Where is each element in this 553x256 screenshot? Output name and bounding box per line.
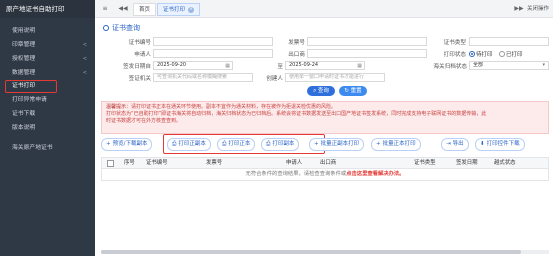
close-ops-button[interactable]: 关闭操作 xyxy=(527,0,549,18)
sidebar-item-data[interactable]: 数据管理 < xyxy=(0,66,95,80)
sidebar-item-print-exception[interactable]: 打印异常申请 xyxy=(0,93,95,107)
customs-status-label: 海关归档状态 xyxy=(433,64,467,70)
search-icon xyxy=(103,25,109,31)
reset-button[interactable]: ↻ 重置 xyxy=(339,86,367,96)
tab-home[interactable]: 首页 xyxy=(133,3,157,16)
sidebar-item-label: 证书打印 xyxy=(12,83,36,89)
scrollbar-thumb[interactable] xyxy=(101,250,521,254)
sidebar-item-seal[interactable]: 印章管理 < xyxy=(0,38,95,52)
cert-type-label: 证书类型 xyxy=(443,40,466,46)
preview-download-button[interactable]: + 预览/下载副本 xyxy=(101,138,153,151)
chevron-left-icon: < xyxy=(82,56,87,62)
sidebar-item-label: 打印异常申请 xyxy=(12,97,47,103)
app-title: 原产地证书自助打印 xyxy=(0,0,95,18)
search-button[interactable]: ⌕ 查询 xyxy=(307,86,335,96)
radio-printed[interactable]: 已打印 xyxy=(499,50,523,58)
col-invoice-no: 发票号 xyxy=(206,160,223,166)
invoice-no-label: 发票号 xyxy=(288,40,305,46)
col-cert-no: 证书编号 xyxy=(146,160,168,166)
plus-icon: + xyxy=(376,141,381,147)
search-icon: ⌕ xyxy=(313,88,317,94)
sidebar-item-label: 数据管理 xyxy=(12,70,36,76)
export-button[interactable]: ⇥ 导出 xyxy=(441,138,469,151)
col-cert-type: 证书类型 xyxy=(414,160,436,166)
exporter-input[interactable] xyxy=(307,49,427,58)
invoice-no-input[interactable] xyxy=(307,37,427,46)
horizontal-scrollbar[interactable] xyxy=(101,250,549,254)
sidebar-item-cert-print[interactable]: 证书打印 xyxy=(5,80,57,93)
tab-bar: ≡ ◀◀ 首页 证书打印 × ▶▶ 关闭操作 xyxy=(95,0,553,18)
radio-pending[interactable]: 待打印 xyxy=(469,50,493,58)
date-to-input[interactable]: 2025-09-24 ▦ xyxy=(285,61,365,70)
refresh-icon: ↻ xyxy=(344,88,349,94)
print-status-label: 打印状态 xyxy=(443,52,466,58)
batch-original-print-button[interactable]: + 批量正本打印 xyxy=(371,138,421,151)
calendar-icon[interactable]: ▦ xyxy=(225,63,230,69)
scroll-left-icon[interactable]: ◀◀ xyxy=(117,0,129,18)
export-icon: ⇥ xyxy=(446,141,451,147)
close-icon[interactable]: × xyxy=(188,6,195,13)
notice-box: 温馨提示：请打印证书正本在通关环节使用。副本不宜作为通关材料，存在被作为拒退关检… xyxy=(101,101,549,134)
cert-no-label: 证书编号 xyxy=(128,40,151,46)
applicant-input[interactable] xyxy=(153,49,273,58)
col-exporter: 出口商 xyxy=(320,160,337,166)
creator-input[interactable]: 使用单一窗口申请时证书才能进行 xyxy=(285,73,385,82)
cert-no-input[interactable] xyxy=(153,37,273,46)
sidebar-item-cert-download[interactable]: 证书下载 xyxy=(0,107,95,121)
select-all-checkbox[interactable] xyxy=(107,160,114,167)
menu-icon[interactable]: ≡ xyxy=(99,0,111,18)
col-applicant: 申请人 xyxy=(286,160,303,166)
highlight-box xyxy=(163,134,325,154)
table-header: 序号 证书编号 发票号 申请人 出口商 证书类型 签发日期 越式状态 xyxy=(101,157,549,169)
batch-copy-print-button[interactable]: + 批量正副本打印 xyxy=(309,138,365,151)
sidebar-item-label: 使用说明 xyxy=(12,28,36,34)
sidebar: 原产地证书自助打印 使用说明 印章管理 < 授权管理 < 数据管理 < 证书打印 打印… xyxy=(0,0,95,256)
section-title: 证书查询 xyxy=(103,23,140,33)
visa-org-label: 签证机关 xyxy=(128,76,151,82)
sidebar-item-label: 证书下载 xyxy=(12,111,36,117)
sidebar-item-label: 授权管理 xyxy=(12,56,36,62)
sidebar-item-label: 印章管理 xyxy=(12,42,36,48)
sidebar-item-auth[interactable]: 授权管理 < xyxy=(0,52,95,66)
download-icon: ⬇ xyxy=(480,141,485,147)
col-index: 序号 xyxy=(124,160,135,166)
applicant-label: 申请人 xyxy=(134,52,151,58)
sidebar-item-label: 版本说明 xyxy=(12,125,36,131)
calendar-icon[interactable]: ▦ xyxy=(357,63,362,69)
visa-org-input[interactable]: 可查询机关代码或名称模糊搜索 xyxy=(153,73,253,82)
sidebar-item-customs-cert[interactable]: 海关原产地证书 xyxy=(0,141,95,155)
date-to-label: 至 xyxy=(277,64,283,70)
sign-date-label: 签发日期自 xyxy=(123,64,151,70)
print-plugin-download-button[interactable]: ⬇ 打印控件下载 xyxy=(475,138,525,151)
creator-label: 创建人 xyxy=(266,76,283,82)
main-content: 证书查询 证书编号 发票号 证书类型 申请人 出口商 打印状态 待打印 已打印 … xyxy=(95,18,553,256)
empty-result-row: 无符合条件的查询结果，请检查查询条件或点击这里查看解决办法。 xyxy=(101,169,549,181)
solution-link[interactable]: 点击这里查看解决办法。 xyxy=(346,171,404,177)
col-status: 越式状态 xyxy=(494,160,516,166)
chevron-left-icon: < xyxy=(82,42,87,48)
plus-icon: + xyxy=(314,141,319,147)
plus-icon: + xyxy=(106,141,111,147)
col-sign-date: 签发日期 xyxy=(456,160,478,166)
chevron-left-icon: < xyxy=(82,70,87,76)
sidebar-item-usage[interactable]: 使用说明 xyxy=(0,24,95,38)
date-from-input[interactable]: 2025-09-20 ▦ xyxy=(153,61,233,70)
cert-type-input[interactable] xyxy=(469,37,549,46)
exporter-label: 出口商 xyxy=(288,52,305,58)
sidebar-item-label: 海关原产地证书 xyxy=(12,145,53,151)
customs-status-select[interactable]: 全部 ▾ xyxy=(469,61,549,70)
sidebar-item-version[interactable]: 版本说明 xyxy=(0,121,95,135)
tab-cert-print[interactable]: 证书打印 × xyxy=(157,3,201,16)
chevron-down-icon: ▾ xyxy=(542,62,545,68)
scroll-right-icon[interactable]: ▶▶ xyxy=(513,0,525,18)
